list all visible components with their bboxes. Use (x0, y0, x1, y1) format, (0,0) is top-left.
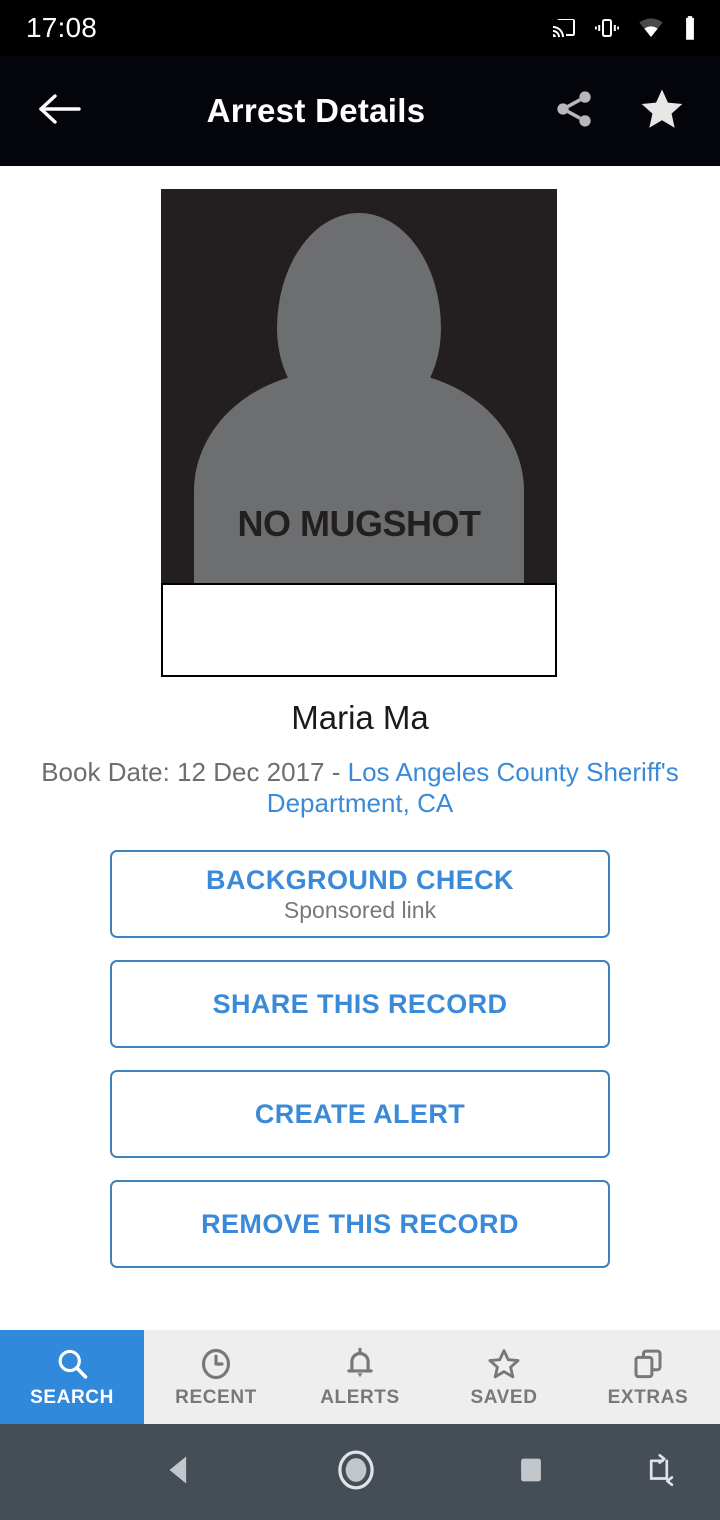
triangle-back-icon (160, 1451, 198, 1494)
star-filled-icon (638, 86, 686, 137)
background-check-label: BACKGROUND CHECK (206, 864, 514, 895)
no-mugshot-label: NO MUGSHOT (237, 503, 482, 544)
system-navigation-bar (0, 1424, 720, 1520)
vibrate-icon (594, 16, 620, 40)
bell-icon (342, 1346, 378, 1382)
wifi-icon (637, 16, 665, 40)
status-bar: 17:08 (0, 0, 720, 56)
battery-icon (682, 15, 698, 41)
remove-record-label: REMOVE THIS RECORD (201, 1208, 519, 1239)
sponsored-link-label: Sponsored link (283, 896, 437, 923)
nav-item-extras[interactable]: EXTRAS (576, 1330, 720, 1424)
silhouette-body-shape (194, 371, 524, 583)
bottom-navigation-bar: SEARCH RECENT ALERTS SAVED EXTRAS (0, 1330, 720, 1424)
system-home-button[interactable] (198, 1447, 514, 1498)
share-icon (552, 87, 596, 136)
app-screen: 17:08 Arrest Details NO MUGSHOT Maria Ma… (0, 0, 720, 1520)
nav-label-search: SEARCH (30, 1386, 114, 1408)
windows-icon (630, 1346, 666, 1382)
app-bar-action-group (548, 85, 696, 137)
page-title: Arrest Details (206, 92, 426, 129)
nav-label-saved: SAVED (470, 1386, 538, 1408)
arrow-left-icon (38, 92, 82, 131)
star-outline-icon (486, 1346, 522, 1382)
system-back-button[interactable] (160, 1451, 198, 1494)
background-check-button[interactable]: BACKGROUND CHECK Sponsored link (110, 850, 610, 938)
share-record-label: SHARE THIS RECORD (212, 988, 508, 1019)
share-button[interactable] (548, 85, 600, 137)
nav-label-recent: RECENT (175, 1386, 257, 1408)
status-icon-group (551, 15, 698, 41)
remove-record-button[interactable]: REMOVE THIS RECORD (110, 1180, 610, 1268)
system-rotate-button[interactable] (642, 1451, 676, 1494)
circle-home-icon (333, 1447, 379, 1498)
nav-label-alerts: ALERTS (320, 1386, 400, 1408)
create-alert-button[interactable]: CREATE ALERT (110, 1070, 610, 1158)
nav-item-recent[interactable]: RECENT (144, 1330, 288, 1424)
action-button-list: BACKGROUND CHECK Sponsored link SHARE TH… (110, 850, 610, 1268)
nav-item-alerts[interactable]: ALERTS (288, 1330, 432, 1424)
person-name: Maria Ma (291, 699, 429, 736)
nav-item-search[interactable]: SEARCH (0, 1330, 144, 1424)
mugshot-caption-area (161, 583, 557, 677)
book-date-line: Book Date: 12 Dec 2017 - Los Angeles Cou… (34, 757, 686, 819)
rotate-screen-icon (642, 1451, 676, 1494)
share-record-button[interactable]: SHARE THIS RECORD (110, 960, 610, 1048)
favorite-button[interactable] (636, 85, 688, 137)
app-bar: Arrest Details (0, 56, 720, 166)
cast-icon (551, 16, 577, 40)
mugshot-placeholder-image: NO MUGSHOT (161, 189, 557, 583)
back-button[interactable] (30, 81, 90, 141)
nav-item-saved[interactable]: SAVED (432, 1330, 576, 1424)
record-detail-content: NO MUGSHOT Maria Ma Book Date: 12 Dec 20… (0, 166, 720, 1330)
search-icon (54, 1346, 90, 1382)
create-alert-label: CREATE ALERT (254, 1098, 466, 1129)
clock-icon (198, 1346, 234, 1382)
nav-label-extras: EXTRAS (607, 1386, 689, 1408)
status-clock: 17:08 (26, 12, 98, 43)
system-recents-button[interactable] (514, 1453, 548, 1492)
square-recents-icon (514, 1453, 548, 1492)
book-date-label: Book Date: 12 Dec 2017 - (41, 757, 348, 787)
mugshot-container: NO MUGSHOT (161, 189, 559, 677)
